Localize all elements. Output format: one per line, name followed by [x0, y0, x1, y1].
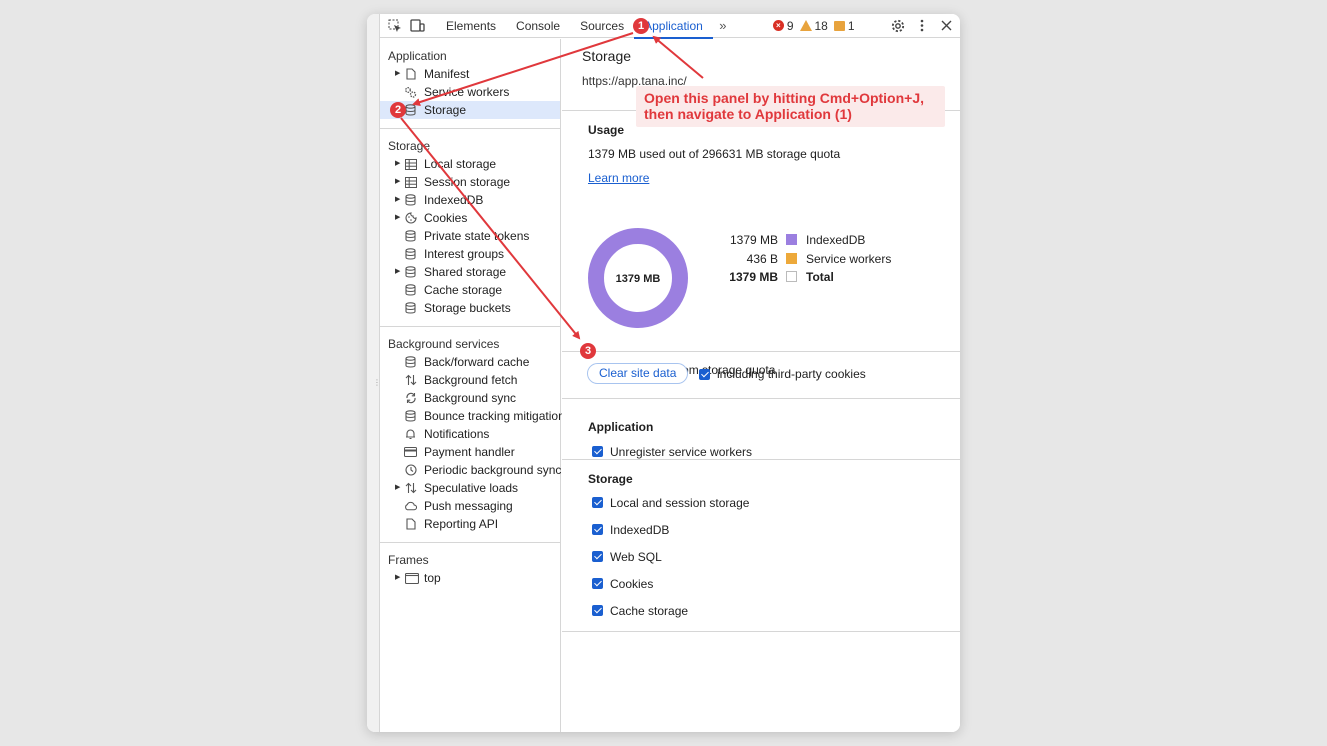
step-badge-2: 2	[390, 102, 406, 118]
annotation-line-2: then navigate to Application (1)	[644, 106, 852, 122]
arrow-to-storage-item	[412, 32, 634, 106]
arrow-to-clear-button	[400, 117, 581, 340]
arrow-to-application-tab	[652, 35, 704, 79]
step-badge-1: 1	[633, 18, 649, 34]
step-badge-3: 3	[580, 343, 596, 359]
annotation-line-1: Open this panel by hitting Cmd+Option+J,	[644, 90, 925, 106]
annotation-callout: Open this panel by hitting Cmd+Option+J,…	[636, 86, 945, 127]
